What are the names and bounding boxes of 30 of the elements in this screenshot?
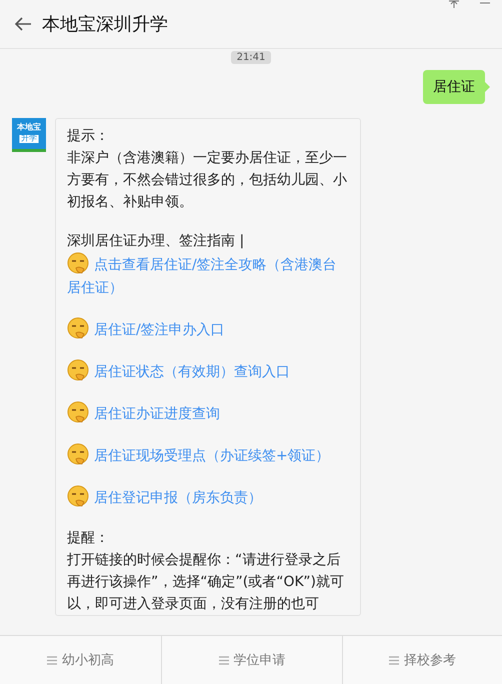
article-link[interactable]: 居住证办证进度查询 — [67, 401, 350, 426]
menu-tab[interactable]: 幼小初高 — [0, 636, 162, 684]
back-icon[interactable] — [14, 16, 32, 32]
sent-message: 居住证 — [423, 70, 485, 104]
article-link[interactable]: 点击查看居住证/签注全攻略（含港澳台居住证） — [67, 252, 350, 300]
article-link[interactable]: 居住证状态（有效期）查询入口 — [67, 359, 350, 384]
menu-tab[interactable]: 择校参考 — [343, 636, 502, 684]
emoji-icon — [67, 485, 89, 507]
pin-icon[interactable] — [448, 0, 460, 8]
emoji-icon — [67, 317, 89, 339]
message-text: 提醒： — [67, 529, 110, 548]
message-text: 非深户（含港澳籍）一定要办居住证，至少一方要有，不然会错过很多的，包括幼儿园、小初报名、补贴申领。 — [67, 149, 348, 212]
menu-icon — [47, 656, 57, 664]
menu-icon — [218, 656, 228, 664]
message-text: 深圳居住证办理、签注指南 | — [67, 232, 246, 251]
emoji-icon — [67, 401, 89, 423]
emoji-icon — [67, 252, 89, 274]
message-text: 打开链接的时候会提醒你：“请进行登录之后再进行该操作”，选择“确定”(或者“OK”)就可以，即可进入登录页面，没有注册的也可 — [67, 551, 345, 614]
menu-icon — [389, 656, 399, 664]
message-text: 提示： — [67, 127, 110, 146]
emoji-icon — [67, 359, 89, 381]
minimize-icon[interactable] — [480, 0, 490, 6]
article-link[interactable]: 居住证现场受理点（办证续签+领证） — [67, 443, 350, 468]
emoji-icon — [67, 443, 89, 465]
article-link[interactable]: 居住证/签注申办入口 — [67, 317, 350, 342]
bubble-tail-icon — [485, 82, 490, 92]
chat-title: 本地宝深圳升学 — [42, 13, 168, 36]
menu-tab[interactable]: 学位申请 — [162, 636, 343, 684]
article-link[interactable]: 居住登记申报（房东负责） — [67, 485, 350, 510]
timestamp: 21:41 — [230, 51, 272, 64]
